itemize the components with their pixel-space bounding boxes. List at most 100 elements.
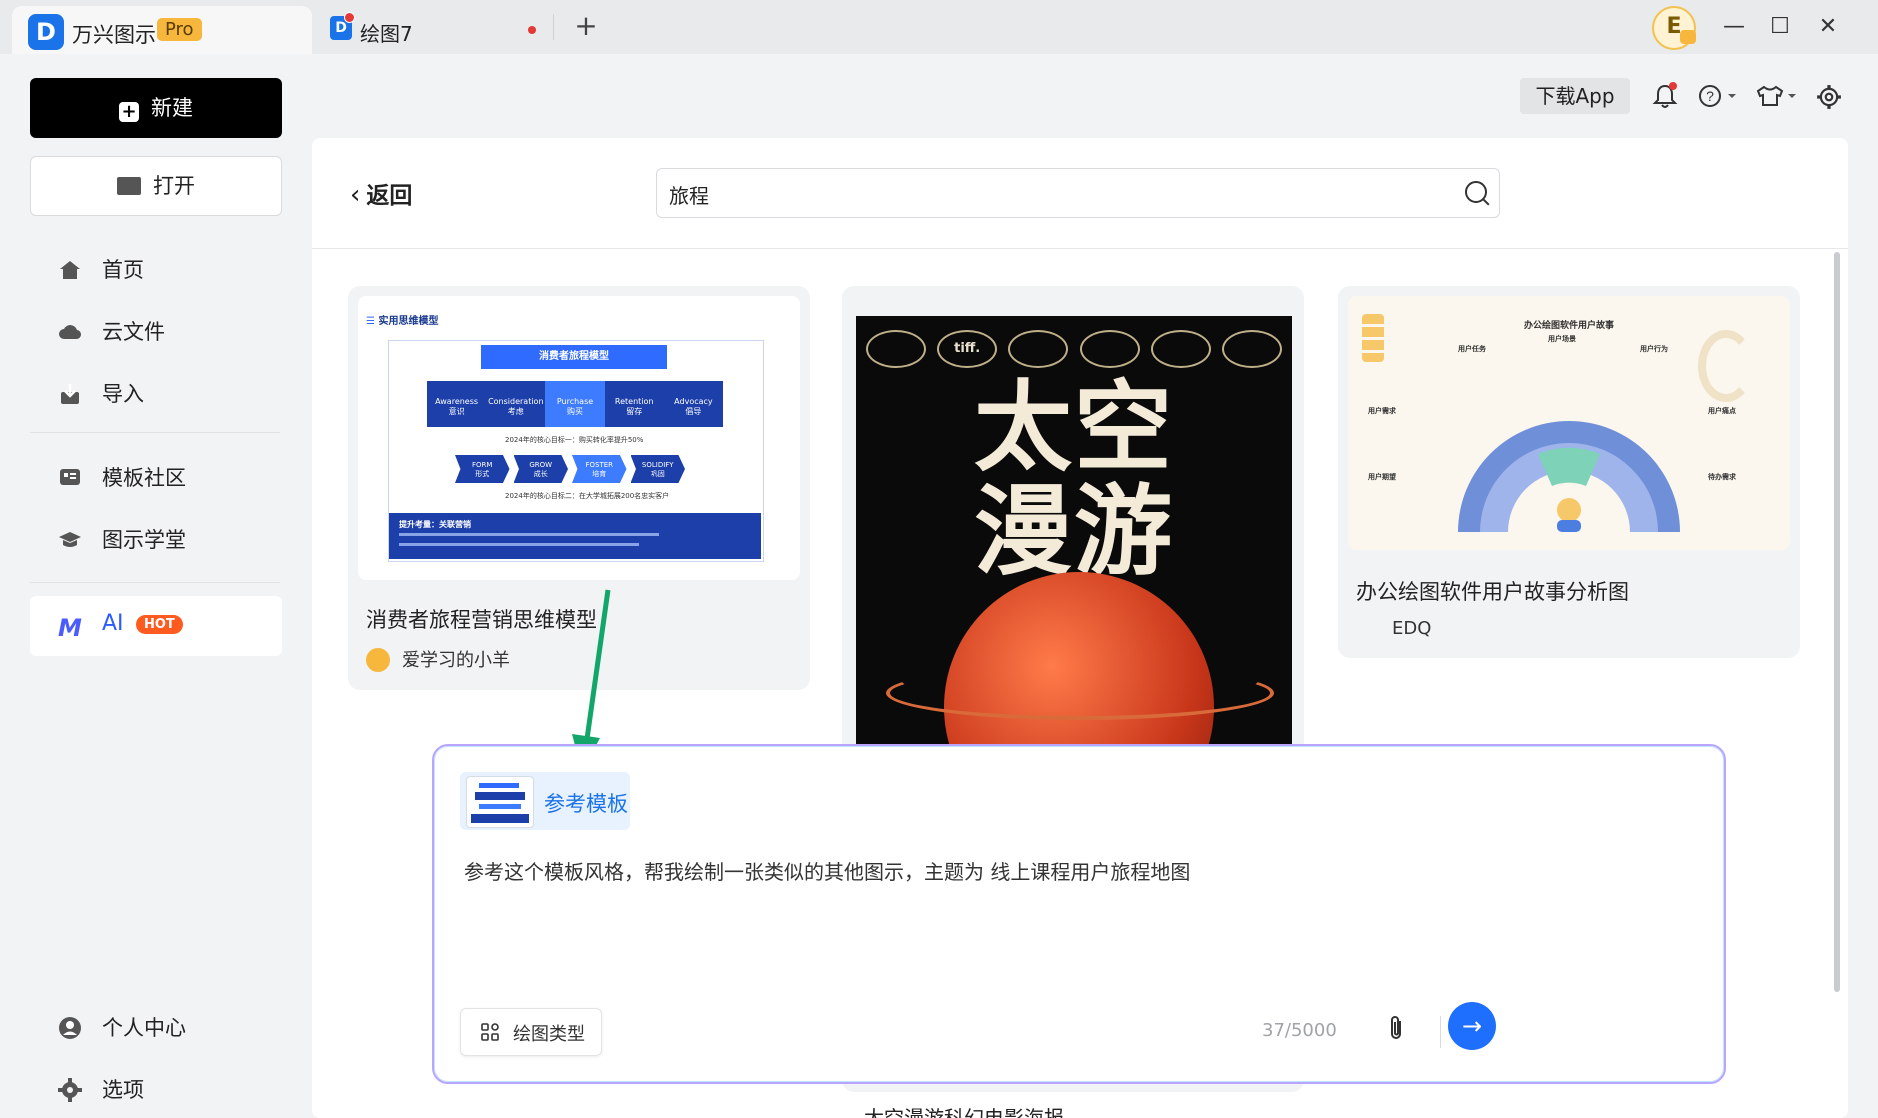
sidebar-item-import[interactable]: 导入: [30, 366, 280, 422]
ref-thumb-bar: [475, 792, 525, 800]
thumb-footer-line: [399, 533, 659, 536]
sidebar-item-ai[interactable]: M AI HOT: [30, 596, 282, 656]
sidebar-item-cloud[interactable]: 云文件: [30, 304, 280, 360]
title-bar: D 万兴图示 Pro D 绘图7 + E — ☐ ✕: [0, 0, 1878, 54]
card-thumbnail: 办公绘图软件用户故事 用户任务 用户场景 用户行为 用户需求 用户痛点 用户期望…: [1348, 296, 1790, 550]
thumb-footer: 提升考量：关联营销: [389, 513, 761, 559]
laurel-icon: [1008, 330, 1069, 368]
sidebar-divider: [30, 582, 280, 583]
back-button[interactable]: ‹ 返回: [350, 176, 412, 210]
ai-logo-icon: M: [58, 614, 82, 642]
new-label: 新建: [151, 96, 193, 120]
thumb-header: ☰ 实用思维模型: [366, 316, 439, 327]
reference-template-chip[interactable]: 参考模板: [460, 772, 630, 830]
download-app-button[interactable]: 下载App: [1520, 78, 1630, 114]
search-query: 旅程: [669, 184, 709, 208]
reference-label: 参考模板: [544, 792, 628, 816]
scrollbar[interactable]: [1834, 252, 1840, 992]
char-counter: 37/5000: [1262, 1020, 1337, 1041]
planet-ring: [886, 666, 1274, 720]
sidebar-item-options[interactable]: 选项: [30, 1062, 280, 1118]
ref-thumb-bar: [479, 804, 521, 809]
card-author[interactable]: 爱学习的小羊: [402, 646, 510, 672]
reference-thumbnail: [466, 776, 534, 828]
prompt-textarea[interactable]: 参考这个模板风格，帮我绘制一张类似的其他图示，主题为 线上课程用户旅程地图: [464, 856, 1190, 885]
diagram-type-button[interactable]: 绘图类型: [460, 1008, 602, 1056]
sidebar-item-home[interactable]: 首页: [30, 242, 280, 298]
settings-icon[interactable]: [1816, 84, 1842, 110]
bell-icon[interactable]: [1652, 82, 1678, 110]
skin-icon[interactable]: [1756, 84, 1800, 108]
svg-text:?: ?: [1706, 88, 1714, 104]
thumb-label: 用户行为: [1640, 345, 1668, 353]
ai-prompt-dialog: 参考模板 参考这个模板风格，帮我绘制一张类似的其他图示，主题为 线上课程用户旅程…: [432, 744, 1726, 1084]
dialog-divider: [1440, 1016, 1441, 1048]
card-author[interactable]: EDQ: [1392, 618, 1431, 639]
sidebar: + 新建 打开 首页 云文件 导入 模板社区 图示学堂 M AI HOT 个人中心…: [0, 54, 312, 1118]
pro-badge: Pro: [157, 18, 202, 41]
diagram-type-label: 绘图类型: [513, 1024, 585, 1045]
sidebar-item-label: 模板社区: [102, 466, 186, 490]
thumb-phase: SOLIDIFY 巩固: [630, 455, 685, 483]
help-icon[interactable]: ?: [1698, 84, 1738, 108]
thumb-step: Retention 留存: [604, 381, 664, 427]
chevron-left-icon: ‹: [350, 180, 361, 210]
template-icon: [60, 469, 80, 485]
app-name: 万兴图示: [72, 23, 156, 47]
thumb-frame: 消费者旅程模型 Awareness 意识 Consideration 考虑 Purc…: [388, 340, 764, 562]
new-button[interactable]: + 新建: [30, 78, 282, 138]
user-icon: [59, 1017, 81, 1039]
thumb-label: 用户期望: [1368, 473, 1396, 481]
minimize-button[interactable]: —: [1716, 10, 1752, 44]
maximize-button[interactable]: ☐: [1762, 10, 1798, 44]
sidebar-item-label: 首页: [102, 258, 144, 282]
thumb-label: 待办需求: [1708, 473, 1736, 481]
folder-icon: [117, 177, 141, 195]
thumb-label: 用户场景: [1548, 335, 1576, 343]
back-label: 返回: [366, 183, 413, 209]
tab-document[interactable]: D 绘图7: [326, 8, 546, 52]
poster-title: 太空 漫游: [856, 376, 1292, 584]
sidebar-item-academy[interactable]: 图示学堂: [30, 512, 280, 568]
add-tab-button[interactable]: +: [568, 8, 604, 44]
send-button[interactable]: →: [1448, 1002, 1496, 1050]
poster-line-1: 太空: [973, 371, 1174, 485]
home-icon: [60, 261, 80, 279]
unsaved-dot: [528, 26, 536, 34]
sidebar-item-profile[interactable]: 个人中心: [30, 1000, 280, 1056]
thumb-footer-title: 提升考量：关联营销: [399, 520, 471, 529]
laurel-icon: [1150, 330, 1211, 368]
graduation-cap-icon: [59, 532, 81, 547]
laurel-icon: tiff.: [937, 330, 998, 368]
tab-home[interactable]: D 万兴图示 Pro: [12, 6, 312, 54]
laurel-icon: [1079, 330, 1140, 368]
laurel-icon: [1221, 330, 1282, 368]
template-card[interactable]: 办公绘图软件用户故事 用户任务 用户场景 用户行为 用户需求 用户痛点 用户期望…: [1338, 286, 1800, 658]
grid-icon: [481, 1023, 499, 1041]
card-title[interactable]: 办公绘图软件用户故事分析图: [1356, 576, 1629, 606]
semicircle-diagram: [1458, 421, 1680, 532]
ai-label: AI: [102, 611, 124, 636]
card-thumbnail: tiff. 太空 漫游: [856, 316, 1292, 776]
paperclip-icon[interactable]: [1386, 1014, 1406, 1042]
thumb-banner: 消费者旅程模型: [481, 345, 667, 369]
vip-badge-icon: [1680, 30, 1696, 44]
card-title-clipped[interactable]: 太空漫游科幻电影海报: [864, 1108, 1064, 1118]
thumb-step: Purchase 购买: [545, 381, 605, 427]
sidebar-item-template-community[interactable]: 模板社区: [30, 450, 280, 506]
close-button[interactable]: ✕: [1810, 10, 1846, 44]
search-input[interactable]: 旅程: [656, 168, 1500, 218]
thumb-step: Advocacy 倡导: [663, 381, 724, 427]
sidebar-item-label: 图示学堂: [102, 528, 186, 552]
sidebar-divider: [30, 432, 280, 433]
author-avatar: [366, 648, 390, 672]
open-button[interactable]: 打开: [30, 156, 282, 216]
thumb-label: 用户痛点: [1708, 407, 1736, 415]
card-thumbnail: ☰ 实用思维模型 消费者旅程模型 Awareness 意识 Considerati…: [358, 296, 800, 580]
search-icon[interactable]: [1465, 181, 1487, 203]
thumb-footer-line: [399, 543, 639, 546]
sidebar-item-label: 选项: [102, 1078, 144, 1102]
thumb-step: Awareness 意识: [427, 381, 487, 427]
sidebar-item-label: 导入: [102, 382, 144, 406]
sidebar-item-label: 云文件: [102, 320, 165, 344]
